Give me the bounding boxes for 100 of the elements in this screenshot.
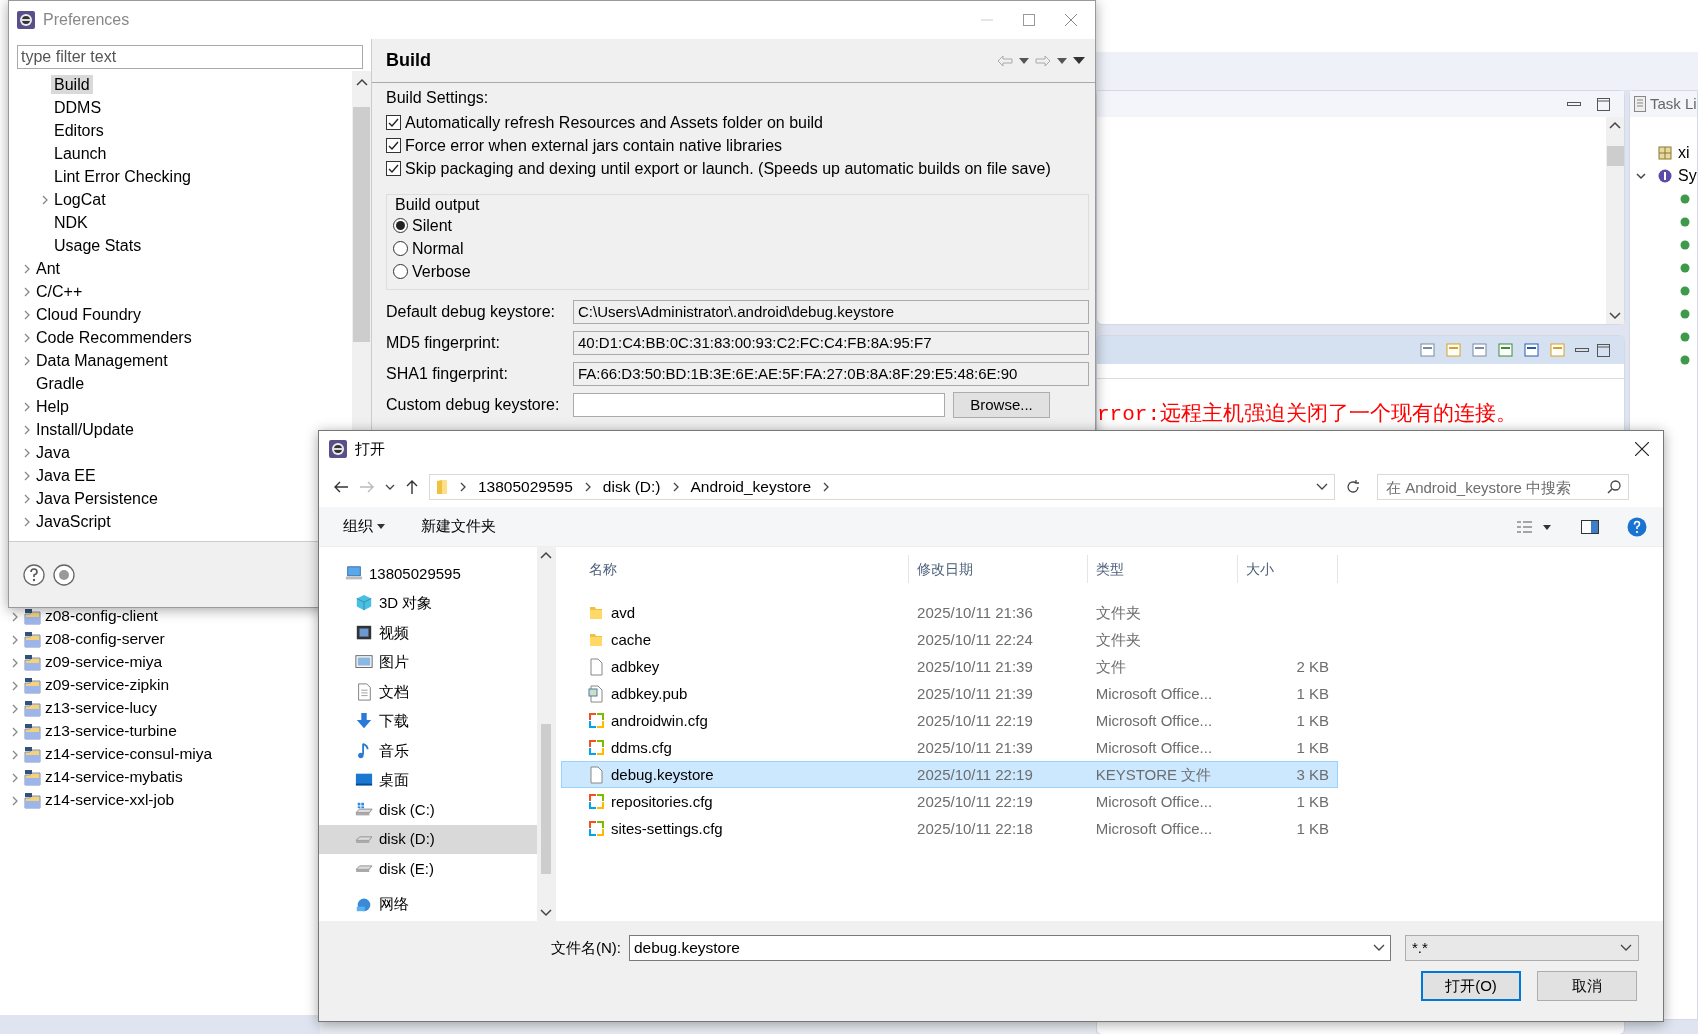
breadcrumb-item[interactable]: disk (D:) xyxy=(602,477,661,497)
file-row[interactable]: debug.keystore 2025/10/11 22:19 KEYSTORE 文件 3 KB xyxy=(561,761,1338,788)
dropdown-icon[interactable] xyxy=(1316,483,1328,491)
tree-item[interactable]: Gradle xyxy=(33,373,88,394)
tree-item[interactable]: Install/Update xyxy=(33,419,137,440)
tree-item[interactable]: C/C++ xyxy=(33,281,86,302)
tree-item[interactable]: Java Persistence xyxy=(33,488,161,509)
minimize-icon[interactable] xyxy=(1575,346,1589,354)
tree-item[interactable]: Java xyxy=(33,442,73,463)
project-name[interactable]: z09-service-miya xyxy=(45,653,163,672)
tree-item[interactable]: Ant xyxy=(33,258,63,279)
tree-item[interactable]: Lint Error Checking xyxy=(51,166,194,187)
file-row[interactable]: avd 2025/10/11 21:36 文件夹 xyxy=(561,599,1338,626)
close-icon[interactable] xyxy=(1635,442,1649,456)
word-wrap-icon[interactable] xyxy=(1471,341,1489,359)
column-header[interactable]: 大小 xyxy=(1238,555,1338,583)
clear-console-icon[interactable] xyxy=(1419,341,1437,359)
scroll-up-icon[interactable] xyxy=(540,551,552,559)
maximize-icon[interactable] xyxy=(1023,14,1035,26)
nav-item[interactable]: 音乐 xyxy=(319,736,537,766)
dropdown-icon[interactable] xyxy=(385,484,395,490)
tree-item[interactable]: Launch xyxy=(51,143,110,164)
scroll-thumb[interactable] xyxy=(1606,145,1624,166)
pin-icon[interactable] xyxy=(1497,341,1515,359)
dropdown-icon[interactable] xyxy=(1057,57,1067,64)
tree-item[interactable]: LogCat xyxy=(51,189,109,210)
tree-item[interactable]: Sy xyxy=(1678,165,1697,186)
nav-item[interactable]: 图片 xyxy=(319,647,537,677)
toolbar-button[interactable]: 组织 xyxy=(339,515,390,538)
scrollbar[interactable] xyxy=(537,547,555,921)
tree-item[interactable]: Cloud Foundry xyxy=(33,304,144,325)
maximize-icon[interactable] xyxy=(1597,343,1610,357)
tree-item[interactable]: Build xyxy=(51,74,93,95)
scroll-up-icon[interactable] xyxy=(355,77,368,87)
nav-item[interactable]: 13805029595 xyxy=(319,559,537,589)
breadcrumb-item[interactable]: Android_keystore xyxy=(690,477,812,497)
column-header[interactable]: 名称 xyxy=(581,555,909,583)
dialog-button[interactable]: 打开(O) xyxy=(1421,971,1521,1001)
dropdown-icon[interactable] xyxy=(1019,57,1029,64)
project-name[interactable]: z13-service-turbine xyxy=(45,722,177,741)
nav-item[interactable]: 3D 对象 xyxy=(319,588,537,618)
address-bar[interactable]: 13805029595 disk (D:) Android_keystore xyxy=(429,474,1335,500)
tree-item[interactable]: Data Management xyxy=(33,350,171,371)
file-name-field[interactable]: debug.keystore xyxy=(629,935,1391,961)
radio-button[interactable] xyxy=(393,218,408,234)
project-name[interactable]: z14-service-xxl-job xyxy=(45,791,175,810)
tree-item[interactable]: NDK xyxy=(51,212,91,233)
project-name[interactable]: z08-config-server xyxy=(45,630,165,649)
tree-item[interactable]: Java EE xyxy=(33,465,99,486)
record-icon[interactable] xyxy=(53,563,75,586)
nav-item[interactable]: disk (E:) xyxy=(319,854,537,884)
nav-item[interactable]: 下载 xyxy=(319,706,537,736)
toolbar-button[interactable]: 新建文件夹 xyxy=(417,515,501,538)
scroll-thumb[interactable] xyxy=(541,724,551,874)
minimize-icon[interactable] xyxy=(1567,100,1581,108)
project-name[interactable]: z08-config-client xyxy=(45,607,158,626)
filter-field[interactable]: type filter text xyxy=(17,45,363,69)
file-row[interactable]: sites-settings.cfg 2025/10/11 22:18 Microsoft Office... 1 KB xyxy=(561,815,1338,842)
file-row[interactable]: adbkey.pub 2025/10/11 21:39 Microsoft Office... 1 KB xyxy=(561,680,1338,707)
nav-item[interactable]: 文档 xyxy=(319,677,537,707)
scrollbar[interactable] xyxy=(1606,117,1624,324)
checkbox[interactable] xyxy=(386,115,401,130)
checkbox[interactable] xyxy=(386,138,401,153)
dialog-button[interactable]: 取消 xyxy=(1537,971,1637,1001)
scroll-up-icon[interactable] xyxy=(1609,121,1621,129)
menu-icon[interactable] xyxy=(1073,57,1085,64)
browse-button[interactable]: Browse... xyxy=(953,391,1050,418)
tree-item[interactable]: JavaScript xyxy=(33,511,114,532)
scroll-thumb[interactable] xyxy=(353,107,370,342)
nav-item[interactable]: 网络 xyxy=(319,889,537,919)
file-row[interactable]: androidwin.cfg 2025/10/11 22:19 Microsoft Office... 1 KB xyxy=(561,707,1338,734)
project-name[interactable]: z09-service-zipkin xyxy=(45,676,170,695)
file-row[interactable]: ddms.cfg 2025/10/11 21:39 Microsoft Office... 1 KB xyxy=(561,734,1338,761)
column-header[interactable]: 修改日期 xyxy=(909,555,1088,583)
nav-item[interactable]: 桌面 xyxy=(319,765,537,795)
file-row[interactable]: repositories.cfg 2025/10/11 22:19 Microsoft Office... 1 KB xyxy=(561,788,1338,815)
project-name[interactable]: z14-service-consul-miya xyxy=(45,745,213,764)
back-arrow-icon[interactable] xyxy=(333,480,349,494)
radio-button[interactable] xyxy=(393,241,408,257)
monitor-icon[interactable] xyxy=(1523,341,1541,359)
help-icon[interactable] xyxy=(1627,516,1647,537)
up-arrow-icon[interactable] xyxy=(405,479,419,495)
file-row[interactable]: cache 2025/10/11 22:24 文件夹 xyxy=(561,626,1338,653)
search-field[interactable]: 在 Android_keystore 中搜索 xyxy=(1377,474,1629,500)
scroll-down-icon[interactable] xyxy=(1609,312,1621,320)
file-type-dropdown[interactable]: *.* xyxy=(1405,935,1639,961)
project-name[interactable]: z13-service-lucy xyxy=(45,699,157,718)
view-options-icon[interactable] xyxy=(1517,520,1553,533)
preview-pane-icon[interactable] xyxy=(1581,519,1599,534)
project-name[interactable]: z14-service-mybatis xyxy=(45,768,183,787)
checkbox[interactable] xyxy=(386,161,401,176)
tree-item[interactable]: Usage Stats xyxy=(51,235,145,256)
nav-item[interactable]: 视频 xyxy=(319,618,537,648)
help-icon[interactable] xyxy=(23,563,45,586)
tree-item[interactable]: DDMS xyxy=(51,97,105,118)
column-header[interactable]: 类型 xyxy=(1088,555,1238,583)
radio-button[interactable] xyxy=(393,264,408,280)
tree-item[interactable]: Help xyxy=(33,396,72,417)
tree-item[interactable]: Editors xyxy=(51,120,107,141)
input-field[interactable] xyxy=(573,392,945,417)
